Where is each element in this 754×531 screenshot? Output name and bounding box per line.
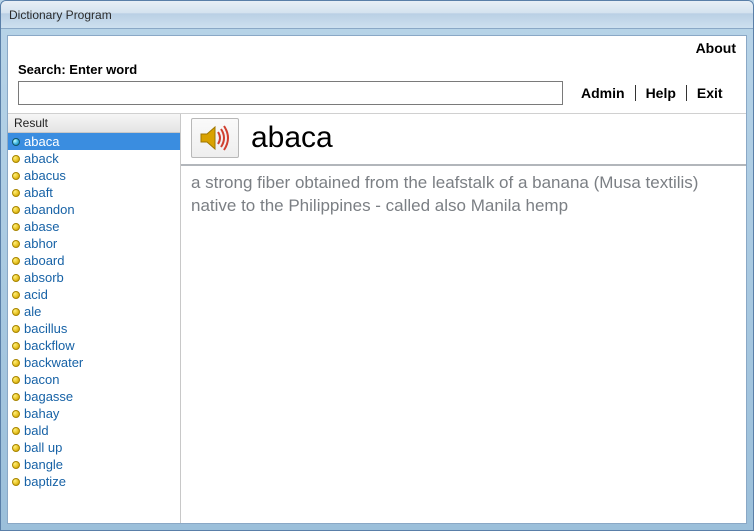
list-item[interactable]: bagasse <box>8 388 180 405</box>
search-input[interactable] <box>18 81 563 105</box>
list-item[interactable]: backflow <box>8 337 180 354</box>
list-item[interactable]: abacus <box>8 167 180 184</box>
list-item-label: bacon <box>24 372 59 387</box>
list-item[interactable]: ale <box>8 303 180 320</box>
speaker-icon <box>199 124 231 152</box>
bullet-icon <box>12 189 20 197</box>
admin-link[interactable]: Admin <box>577 85 629 101</box>
list-item-label: acid <box>24 287 48 302</box>
bullet-icon <box>12 325 20 333</box>
definition-text: a strong fiber obtained from the leafsta… <box>181 166 746 224</box>
list-item[interactable]: bahay <box>8 405 180 422</box>
list-item-label: abaca <box>24 134 59 149</box>
bullet-icon <box>12 444 20 452</box>
list-item-label: baptize <box>24 474 66 489</box>
list-item-label: backflow <box>24 338 75 353</box>
speaker-button[interactable] <box>191 118 239 158</box>
list-item[interactable]: bangle <box>8 456 180 473</box>
list-item-label: abacus <box>24 168 66 183</box>
bullet-icon <box>12 410 20 418</box>
list-item[interactable]: acid <box>8 286 180 303</box>
bullet-icon <box>12 206 20 214</box>
content-area: Result abaca aback abacus abaft abandon abase… <box>8 113 746 523</box>
list-item-label: bald <box>24 423 49 438</box>
bullet-icon <box>12 291 20 299</box>
help-link[interactable]: Help <box>642 85 680 101</box>
bullet-icon <box>12 342 20 350</box>
bullet-icon <box>12 478 20 486</box>
list-item[interactable]: baptize <box>8 473 180 490</box>
list-item[interactable]: backwater <box>8 354 180 371</box>
list-item[interactable]: bacon <box>8 371 180 388</box>
detail-panel: abaca a strong fiber obtained from the l… <box>181 114 746 523</box>
bullet-icon <box>12 308 20 316</box>
list-item[interactable]: bacillus <box>8 320 180 337</box>
list-item-label: bacillus <box>24 321 67 336</box>
about-row: About <box>8 36 746 56</box>
list-item-label: abaft <box>24 185 53 200</box>
word-title: abaca <box>251 121 333 155</box>
list-item-label: bahay <box>24 406 59 421</box>
list-item-label: aboard <box>24 253 64 268</box>
bullet-icon <box>12 172 20 180</box>
list-item[interactable]: aback <box>8 150 180 167</box>
list-item[interactable]: bald <box>8 422 180 439</box>
list-item[interactable]: aboard <box>8 252 180 269</box>
titlebar[interactable]: Dictionary Program <box>1 1 753 29</box>
bullet-icon <box>12 274 20 282</box>
bullet-icon <box>12 393 20 401</box>
action-links: Admin Help Exit <box>577 85 727 101</box>
list-item-label: backwater <box>24 355 83 370</box>
app-window: Dictionary Program About Search: Enter w… <box>0 0 754 531</box>
list-item[interactable]: abhor <box>8 235 180 252</box>
separator <box>635 85 636 101</box>
list-item[interactable]: absorb <box>8 269 180 286</box>
list-item-label: aback <box>24 151 59 166</box>
sidebar: Result abaca aback abacus abaft abandon abase… <box>8 114 181 523</box>
search-row: Admin Help Exit <box>8 79 746 113</box>
list-item-label: absorb <box>24 270 64 285</box>
list-item-label: ale <box>24 304 41 319</box>
detail-header: abaca <box>181 114 746 166</box>
list-item[interactable]: ball up <box>8 439 180 456</box>
list-item-label: abandon <box>24 202 75 217</box>
bullet-icon <box>12 240 20 248</box>
window-title: Dictionary Program <box>9 8 112 22</box>
list-item[interactable]: abaca <box>8 133 180 150</box>
bullet-icon <box>12 461 20 469</box>
list-item-label: abase <box>24 219 59 234</box>
bullet-icon <box>12 155 20 163</box>
separator <box>686 85 687 101</box>
list-item[interactable]: abase <box>8 218 180 235</box>
list-item[interactable]: abandon <box>8 201 180 218</box>
bullet-icon <box>12 376 20 384</box>
exit-link[interactable]: Exit <box>693 85 727 101</box>
about-link[interactable]: About <box>696 40 736 56</box>
list-item-label: ball up <box>24 440 62 455</box>
result-header: Result <box>8 114 180 133</box>
app-body: About Search: Enter word Admin Help Exit… <box>7 35 747 524</box>
bullet-icon <box>12 359 20 367</box>
list-item[interactable]: abaft <box>8 184 180 201</box>
result-list[interactable]: abaca aback abacus abaft abandon abase abhor ab… <box>8 133 180 523</box>
search-label: Search: Enter word <box>8 56 746 79</box>
bullet-icon <box>12 138 20 146</box>
bullet-icon <box>12 257 20 265</box>
list-item-label: bagasse <box>24 389 73 404</box>
list-item-label: abhor <box>24 236 57 251</box>
bullet-icon <box>12 223 20 231</box>
list-item-label: bangle <box>24 457 63 472</box>
bullet-icon <box>12 427 20 435</box>
